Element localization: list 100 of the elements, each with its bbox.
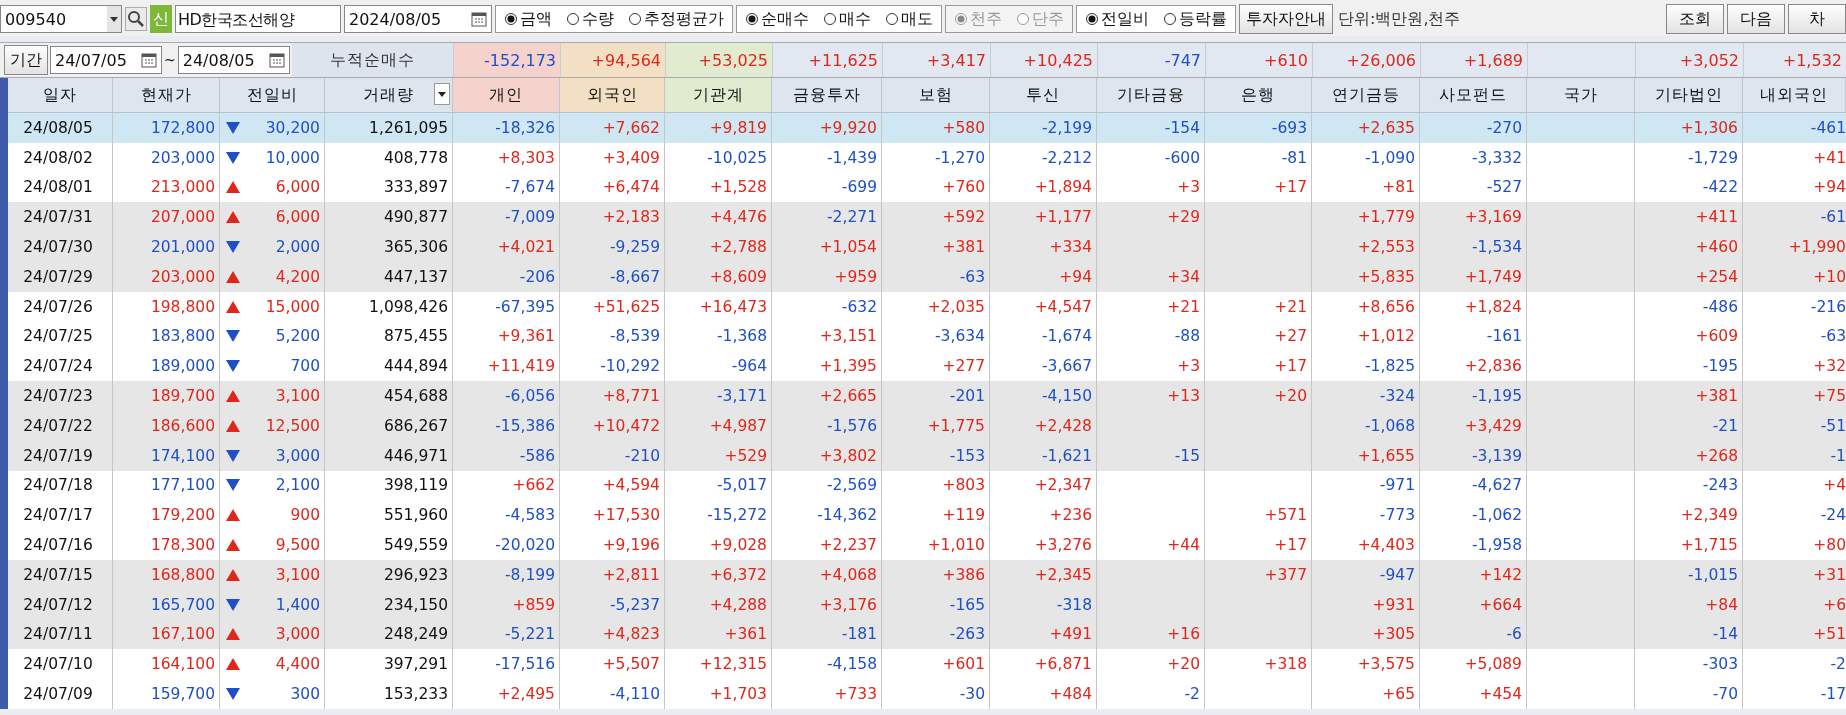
column-header[interactable]: 개인 [453,78,560,112]
table-cell: +381 [1635,381,1743,411]
column-header[interactable]: 사모펀드 [1420,78,1527,112]
column-header[interactable]: 외국인 [560,78,665,112]
date-field[interactable]: 2024/08/05 [344,5,492,33]
end-date-field[interactable]: 24/08/05 [177,46,290,74]
column-header[interactable]: 기타법인 [1635,78,1743,112]
column-header[interactable]: 거래량 [325,78,453,112]
table-cell: -201 [882,381,990,411]
stock-name-field[interactable]: HD한국조선해양 [175,5,341,33]
column-header[interactable]: 내외국인 [1743,78,1846,112]
column-header[interactable]: 현재가 [113,78,220,112]
table-cell: -693 [1205,113,1312,143]
total-cell: +3,417 [882,43,990,77]
radio-option[interactable]: 등락률 [1163,8,1227,30]
column-header[interactable]: 기타금융 [1097,78,1205,112]
column-header[interactable]: 은행 [1205,78,1312,112]
table-cell: -6,056 [453,381,560,411]
table-cell-text: -17 [1819,684,1846,706]
table-cell: +1,775 [882,410,990,441]
table-cell: +268 [1635,440,1743,471]
column-header[interactable]: 일자 [8,78,113,112]
column-header[interactable]: 보험 [882,78,990,112]
table-cell: +8,656 [1312,291,1420,322]
date-cell: 24/08/05 [8,113,113,143]
radio-icon[interactable] [1163,12,1177,26]
table-cell: +5,835 [1312,262,1420,292]
change-value: 3,100 [275,565,320,584]
table-cell: -1,958 [1420,530,1527,560]
total-cell: +3,052 [1635,43,1743,77]
period-button[interactable]: 기간 [4,45,48,75]
radio-icon[interactable] [1085,12,1099,26]
table-cell: -4,150 [990,381,1097,411]
price-cell: 203,000 [113,262,220,292]
radio-option[interactable]: 전일비 [1085,8,1149,30]
table-cell-text: +75 [1812,386,1846,408]
table-row[interactable]: 24/07/12 165,700 1,400 234,150 +859 -5,237 +4,288 +3,176 -165 -318 +931 +664 +84 +6 [8,589,1846,620]
dropdown-icon[interactable] [434,83,450,105]
table-cell-text: -1 [1829,445,1846,467]
radio-icon[interactable] [628,12,642,26]
table-cell-text: -51 [1819,415,1846,437]
table-cell: +9,819 [665,113,772,143]
radio-icon[interactable] [885,12,899,26]
change-value: 3,000 [275,446,320,465]
table-cell: -18,326 [453,113,560,143]
price-cell: 178,300 [113,530,220,560]
table-row[interactable]: 24/08/05 172,800 30,200 1,261,095 -18,326 +7,662 +9,819 +9,920 +580 -2,199 -154 -693 +2,635 -270 +1,306 -461 [8,113,1846,143]
investor-guide-button[interactable]: 투자자안내 [1239,4,1333,34]
column-header[interactable]: 연기금등 [1312,78,1420,112]
date-cell: 24/07/26 [8,291,113,322]
radio-option[interactable]: 매수 [823,8,871,30]
stock-code-field[interactable]: 009540 [0,5,122,33]
table-row[interactable]: 24/07/31 207,000 6,000 490,877 -7,009 +2,183 +4,476 -2,271 +592 +1,177 +29 +1,779 +3,169 +411 -61 [8,202,1846,233]
table-cell: -15,386 [453,410,560,441]
radio-option[interactable]: 수량 [566,8,614,30]
toolbar-button[interactable]: 다음 [1727,4,1785,34]
table-cell: +2,635 [1312,113,1420,143]
date-cell: 24/07/23 [8,381,113,411]
toolbar-button[interactable]: 차 [1788,4,1846,34]
search-icon[interactable] [125,7,147,31]
volume-cell: 1,098,426 [325,291,453,322]
radio-icon[interactable] [745,12,759,26]
table-row[interactable]: 24/07/15 168,800 3,100 296,923 -8,199 +2,811 +6,372 +4,068 +386 +2,345 +377 -947 +142 -1,015 +31 [8,559,1846,590]
dropdown-icon[interactable] [107,6,121,32]
column-header[interactable]: 금융투자 [772,78,882,112]
table-cell: -21 [1635,410,1743,441]
date-cell: 24/07/29 [8,262,113,292]
column-header[interactable]: 전일비 [220,78,325,112]
table-row[interactable]: 24/07/29 203,000 4,200 447,137 -206 -8,667 +8,609 +959 -63 +94 +34 +5,835 +1,749 +254 +10 [8,262,1846,292]
table-row[interactable]: 24/07/19 174,100 3,000 446,971 -586 -210 +529 +3,802 -153 -1,621 -15 +1,655 -3,139 +268 -1 [8,440,1846,471]
column-header[interactable]: 투신 [990,78,1097,112]
table-row[interactable]: 24/07/23 189,700 3,100 454,688 -6,056 +8,771 -3,171 +2,665 -201 -4,150 +13 +20 -324 -1,195 +381 +75 [8,381,1846,411]
table-cell: +334 [990,232,1097,262]
table-cell: +1,054 [772,232,882,262]
toolbar-button[interactable]: 조회 [1666,4,1724,34]
calendar-icon[interactable] [268,52,285,68]
calendar-icon[interactable] [471,11,487,27]
radio-icon[interactable] [504,12,518,26]
change-value: 2,000 [275,238,320,257]
table-cell: +2,665 [772,381,882,411]
column-header[interactable]: 기관계 [665,78,772,112]
calendar-icon[interactable] [141,52,157,68]
table-row[interactable]: 24/07/22 186,600 12,500 686,267 -15,386 +10,472 +4,987 -1,576 +1,775 +2,428 -1,068 +3,429 -21 -51 [8,410,1846,441]
radio-option[interactable]: 순매수 [745,8,809,30]
radio-option[interactable]: 매도 [885,8,933,30]
column-header[interactable]: 국가 [1527,78,1635,112]
table-cell: +4,288 [665,589,772,620]
table-cell-text: +4 [1822,475,1846,497]
volume-cell: 549,559 [325,530,453,560]
volume-cell: 686,267 [325,410,453,441]
radio-option[interactable]: 금액 [504,8,552,30]
radio-option[interactable]: 추정평균가 [628,8,724,30]
table-row[interactable]: 24/07/11 167,100 3,000 248,249 -5,221 +4,823 +361 -181 -263 +491 +16 +305 -6 -14 +51 [8,619,1846,650]
volume-cell: 1,261,095 [325,113,453,143]
start-date-field[interactable]: 24/07/05 [50,46,162,74]
table-cell: +1,306 [1635,113,1743,143]
table-cell: -270 [1420,113,1527,143]
radio-icon[interactable] [823,12,837,26]
radio-icon[interactable] [566,12,580,26]
table-row[interactable]: 24/07/30 201,000 2,000 365,306 +4,021 -9,259 +2,788 +1,054 +381 +334 +2,553 -1,534 +460 +1,990 [8,232,1846,262]
